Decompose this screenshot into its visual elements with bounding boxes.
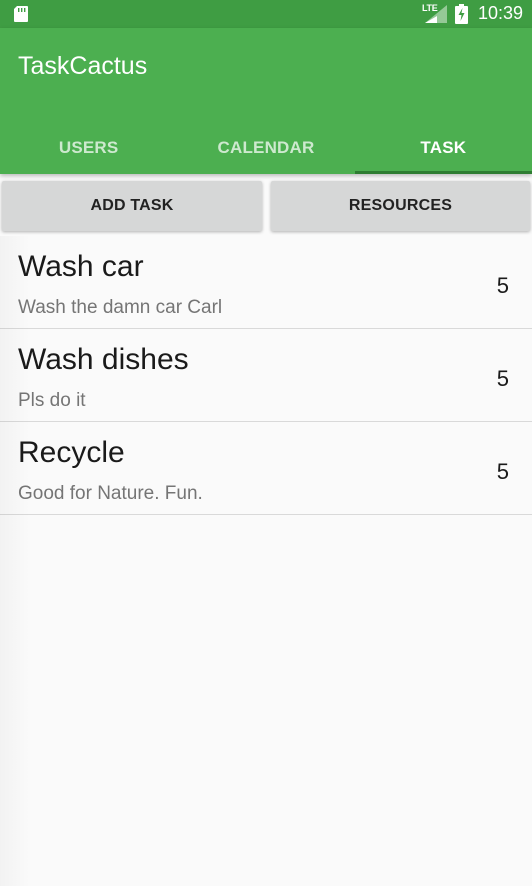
app-bar: TaskCactus USERS CALENDAR TASK — [0, 28, 532, 174]
list-item[interactable]: Wash dishes Pls do it 5 — [0, 329, 532, 422]
task-count: 5 — [496, 273, 509, 298]
tab-calendar[interactable]: CALENDAR — [177, 122, 354, 174]
tab-task[interactable]: TASK — [354, 122, 532, 174]
status-time: 10:39 — [478, 3, 524, 23]
add-task-button[interactable]: ADD TASK — [2, 181, 262, 231]
task-count: 5 — [496, 459, 509, 484]
task-description: Pls do it — [18, 390, 86, 411]
action-buttons: ADD TASK RESOURCES — [0, 178, 532, 236]
task-description: Wash the damn car Carl — [18, 297, 223, 318]
battery-charging-icon — [455, 4, 468, 24]
task-count: 5 — [496, 366, 509, 391]
task-title: Recycle — [18, 436, 125, 469]
resources-button[interactable]: RESOURCES — [271, 181, 530, 231]
tab-bar: USERS CALENDAR TASK — [0, 122, 532, 174]
task-title: Wash car — [18, 250, 144, 283]
tab-users[interactable]: USERS — [0, 122, 177, 174]
task-description: Good for Nature. Fun. — [18, 483, 203, 504]
status-bar: LTE 10:39 — [0, 0, 532, 28]
list-item[interactable]: Wash car Wash the damn car Carl 5 — [0, 236, 532, 329]
task-title: Wash dishes — [18, 343, 189, 376]
sd-card-icon — [14, 6, 28, 22]
list-item[interactable]: Recycle Good for Nature. Fun. 5 — [0, 422, 532, 515]
signal-icon — [425, 5, 447, 23]
app-title: TaskCactus — [18, 52, 148, 80]
task-list: Wash car Wash the damn car Carl 5 Wash d… — [0, 236, 532, 515]
